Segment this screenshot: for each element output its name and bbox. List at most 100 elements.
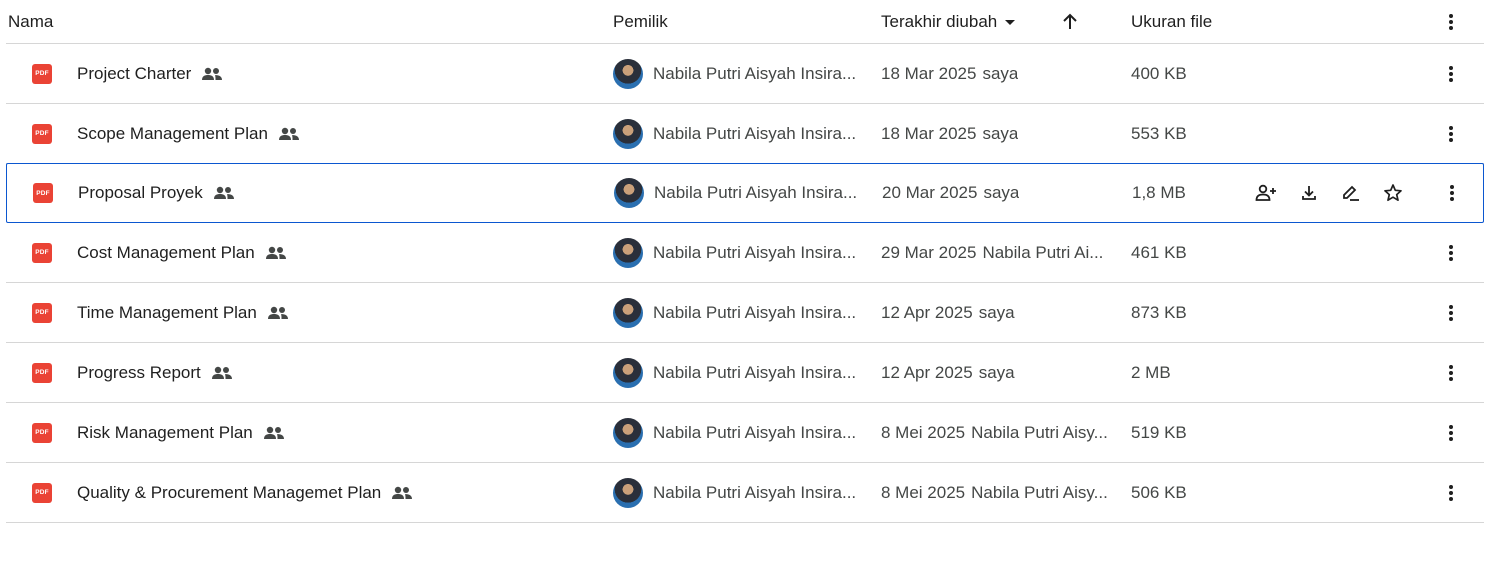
row-more-button[interactable] bbox=[1438, 403, 1464, 462]
modified-cell: 29 Mar 2025 Nabila Putri Ai... bbox=[881, 223, 1121, 282]
owner-avatar bbox=[613, 237, 643, 268]
shared-people-icon bbox=[265, 245, 287, 261]
pdf-file-icon: PDF bbox=[32, 123, 52, 144]
modified-cell: 18 Mar 2025 saya bbox=[881, 44, 1121, 103]
row-more-button[interactable] bbox=[1438, 223, 1464, 282]
column-header-modified[interactable]: Terakhir diubah bbox=[881, 0, 1017, 43]
modified-cell: 8 Mei 2025 Nabila Putri Aisy... bbox=[881, 403, 1121, 462]
modified-date: 29 Mar 2025 bbox=[881, 242, 977, 262]
shared-people-icon bbox=[391, 485, 413, 501]
file-name: Proposal Proyek bbox=[78, 183, 203, 202]
download-button[interactable] bbox=[1298, 181, 1319, 205]
file-size: 506 KB bbox=[1131, 482, 1187, 502]
modified-cell: 20 Mar 2025 saya bbox=[882, 164, 1122, 222]
file-name: Scope Management Plan bbox=[77, 123, 268, 143]
file-row[interactable]: PDF Scope Management Plan Nabila Putri A… bbox=[6, 104, 1484, 164]
owner-name: Nabila Putri Aisyah Insira... bbox=[653, 63, 857, 83]
column-header-owner[interactable]: Pemilik bbox=[613, 0, 668, 43]
modified-date: 18 Mar 2025 bbox=[881, 123, 977, 143]
file-type: PDF bbox=[32, 463, 52, 522]
modified-cell: 8 Mei 2025 Nabila Putri Aisy... bbox=[881, 463, 1121, 522]
file-name: Cost Management Plan bbox=[77, 242, 255, 262]
file-size-cell: 553 KB bbox=[1131, 104, 1241, 163]
pdf-file-icon: PDF bbox=[33, 183, 53, 203]
more-vert-icon bbox=[1448, 13, 1454, 31]
owner-name: Nabila Putri Aisyah Insira... bbox=[653, 123, 857, 143]
file-row[interactable]: PDF Risk Management Plan Nabila Putri Ai… bbox=[6, 403, 1484, 463]
rename-icon bbox=[1341, 184, 1361, 202]
arrow-up-icon bbox=[1060, 12, 1080, 32]
table-header: Nama Pemilik Terakhir diubah Ukuran file bbox=[6, 0, 1484, 44]
column-header-size[interactable]: Ukuran file bbox=[1131, 0, 1212, 43]
owner-avatar bbox=[613, 477, 643, 508]
file-size-cell: 461 KB bbox=[1131, 223, 1241, 282]
file-row-selected[interactable]: PDF Proposal Proyek Nabila Putri Aisyah … bbox=[6, 163, 1484, 223]
file-name-cell[interactable]: Risk Management Plan bbox=[77, 403, 597, 462]
file-type: PDF bbox=[33, 164, 53, 222]
file-size-cell: 2 MB bbox=[1131, 343, 1241, 402]
file-row[interactable]: PDF Time Management Plan Nabila Putri Ai… bbox=[6, 283, 1484, 343]
row-more-button[interactable] bbox=[1438, 343, 1464, 402]
file-name-cell[interactable]: Quality & Procurement Managemet Plan bbox=[77, 463, 597, 522]
file-size: 2 MB bbox=[1131, 362, 1171, 382]
row-quick-actions bbox=[1254, 403, 1424, 462]
header-more-button[interactable] bbox=[1438, 0, 1464, 43]
file-row[interactable]: PDF Progress Report Nabila Putri Aisyah … bbox=[6, 343, 1484, 403]
owner-name: Nabila Putri Aisyah Insira... bbox=[653, 362, 857, 382]
row-quick-actions bbox=[1254, 343, 1424, 402]
row-more-button[interactable] bbox=[1438, 463, 1464, 522]
shared-people-icon bbox=[267, 305, 289, 321]
row-more-button[interactable] bbox=[1438, 283, 1464, 342]
row-more-button[interactable] bbox=[1438, 104, 1464, 163]
modified-by: saya bbox=[982, 63, 1019, 83]
owner-name: Nabila Putri Aisyah Insira... bbox=[653, 302, 857, 322]
more-vert-icon bbox=[1448, 304, 1454, 322]
owner-cell: Nabila Putri Aisyah Insira... bbox=[613, 463, 868, 522]
pdf-file-icon: PDF bbox=[32, 302, 52, 323]
owner-cell: Nabila Putri Aisyah Insira... bbox=[613, 104, 868, 163]
file-list-table: Nama Pemilik Terakhir diubah Ukuran file bbox=[6, 0, 1484, 523]
file-row[interactable]: PDF Cost Management Plan Nabila Putri Ai… bbox=[6, 223, 1484, 283]
modified-by: Nabila Putri Ai... bbox=[982, 242, 1104, 262]
star-button[interactable] bbox=[1383, 181, 1404, 205]
modified-date: 8 Mei 2025 bbox=[881, 422, 966, 442]
file-row[interactable]: PDF Quality & Procurement Managemet Plan… bbox=[6, 463, 1484, 523]
column-header-modified-label: Terakhir diubah bbox=[881, 11, 998, 31]
file-size-cell: 506 KB bbox=[1131, 463, 1241, 522]
star-icon bbox=[1383, 183, 1403, 203]
column-header-name[interactable]: Nama bbox=[8, 0, 53, 43]
modified-date: 20 Mar 2025 bbox=[882, 183, 978, 202]
column-header-name-label: Nama bbox=[8, 11, 54, 31]
pdf-file-icon: PDF bbox=[32, 362, 52, 383]
file-row[interactable]: PDF Project Charter Nabila Putri Aisyah … bbox=[6, 44, 1484, 104]
file-name-cell[interactable]: Proposal Proyek bbox=[78, 164, 598, 222]
owner-cell: Nabila Putri Aisyah Insira... bbox=[613, 343, 868, 402]
row-more-button[interactable] bbox=[1438, 44, 1464, 103]
file-size: 519 KB bbox=[1131, 422, 1187, 442]
sort-direction-button[interactable] bbox=[1060, 0, 1080, 43]
file-name-cell[interactable]: Progress Report bbox=[77, 343, 597, 402]
owner-cell: Nabila Putri Aisyah Insira... bbox=[614, 164, 869, 222]
file-size: 1,8 MB bbox=[1132, 183, 1186, 202]
modified-by: saya bbox=[978, 362, 1015, 382]
row-quick-actions bbox=[1254, 223, 1424, 282]
share-button[interactable] bbox=[1255, 181, 1277, 205]
modified-by: saya bbox=[983, 183, 1020, 202]
download-icon bbox=[1300, 184, 1318, 202]
file-name-cell[interactable]: Cost Management Plan bbox=[77, 223, 597, 282]
file-name-cell[interactable]: Project Charter bbox=[77, 44, 597, 103]
row-quick-actions bbox=[1254, 283, 1424, 342]
owner-name: Nabila Putri Aisyah Insira... bbox=[654, 183, 858, 202]
more-vert-icon bbox=[1448, 244, 1454, 262]
pdf-file-icon: PDF bbox=[32, 422, 52, 443]
rename-button[interactable] bbox=[1340, 181, 1361, 205]
row-more-button[interactable] bbox=[1439, 164, 1465, 222]
file-size: 873 KB bbox=[1131, 302, 1187, 322]
owner-cell: Nabila Putri Aisyah Insira... bbox=[613, 223, 868, 282]
pdf-file-icon: PDF bbox=[32, 242, 52, 263]
file-name-cell[interactable]: Scope Management Plan bbox=[77, 104, 597, 163]
shared-people-icon bbox=[201, 66, 223, 82]
file-name-cell[interactable]: Time Management Plan bbox=[77, 283, 597, 342]
more-vert-icon bbox=[1448, 364, 1454, 382]
column-header-size-label: Ukuran file bbox=[1131, 11, 1213, 31]
